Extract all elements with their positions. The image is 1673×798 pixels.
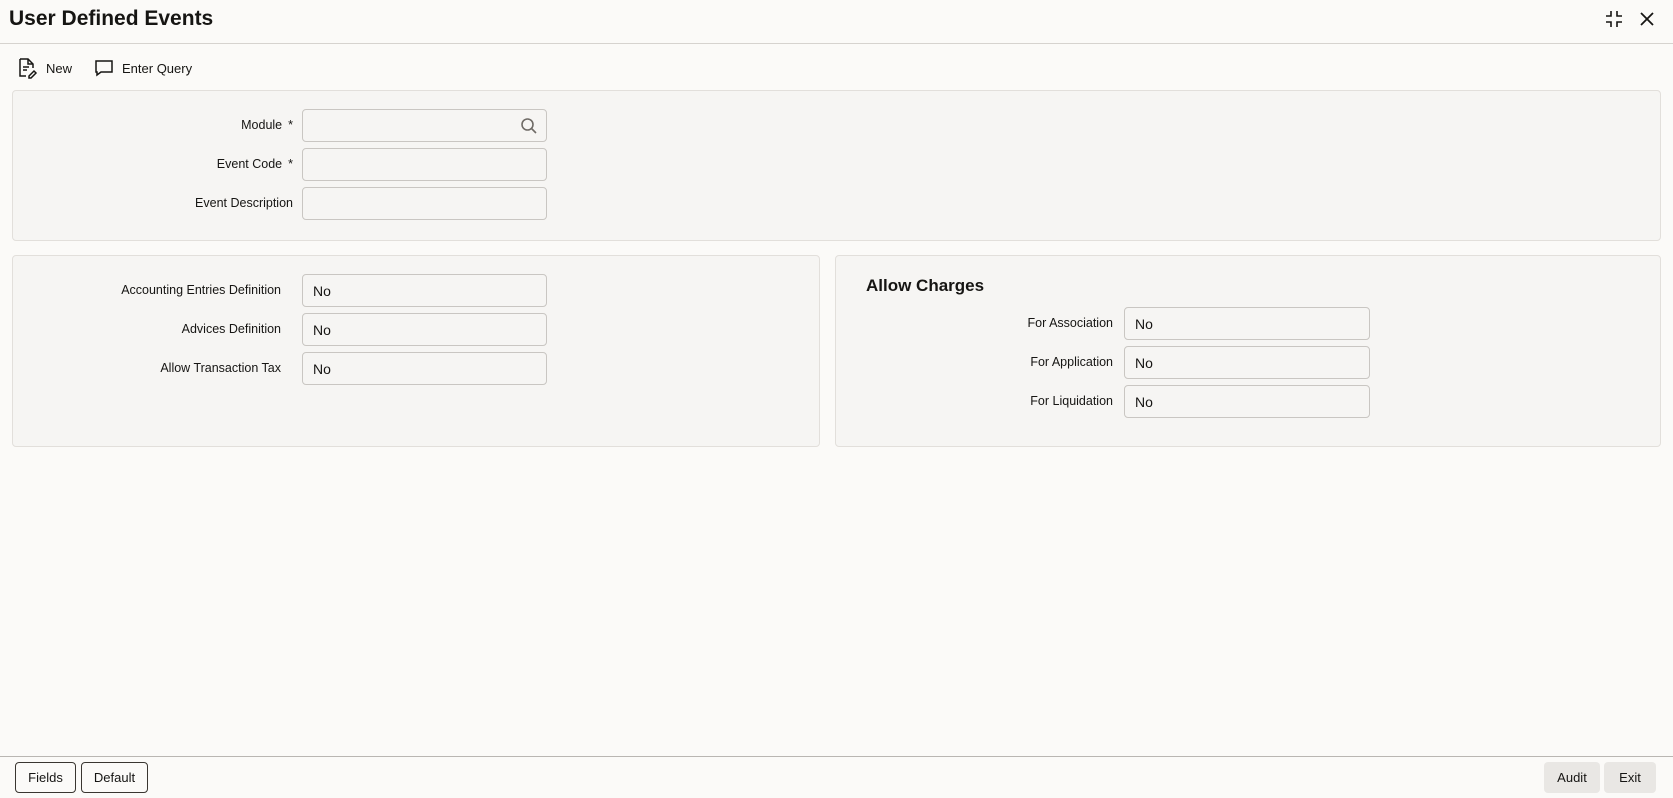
association-label: For Association [1027,316,1113,330]
close-icon[interactable] [1636,8,1658,30]
liquidation-field[interactable]: No [1124,385,1370,418]
new-document-icon [19,58,38,79]
advices-label: Advices Definition [181,322,281,336]
new-button-label: New [46,60,73,76]
module-label: Module * [241,118,293,132]
event-description-label: Event Description [195,196,293,210]
allow-charges-title: Allow Charges [866,276,985,295]
enter-query-label: Enter Query [122,60,193,76]
exit-button[interactable]: Exit [1604,762,1656,793]
module-field[interactable] [313,110,546,141]
header-panel: Module * Event Code * Event Description [12,90,1661,241]
audit-button[interactable]: Audit [1544,762,1600,793]
liquidation-label: For Liquidation [1030,394,1113,408]
default-button[interactable]: Default [81,762,148,793]
event-code-field[interactable] [313,149,546,180]
search-icon[interactable] [520,117,538,135]
module-input[interactable] [302,109,547,142]
event-description-input[interactable] [302,187,547,220]
transaction-tax-field[interactable]: No [302,352,547,385]
new-button[interactable]: New [16,57,72,79]
advices-field[interactable]: No [302,313,547,346]
application-field[interactable]: No [1124,346,1370,379]
definitions-panel: Accounting Entries Definition No Advices… [12,255,820,447]
charges-panel: Allow Charges For Association No For App… [835,255,1661,447]
accounting-entries-label: Accounting Entries Definition [121,283,281,297]
event-description-field[interactable] [313,188,546,219]
enter-query-button[interactable]: Enter Query [94,58,192,78]
toolbar: New Enter Query [0,50,1673,86]
fields-button[interactable]: Fields [15,762,76,793]
transaction-tax-label: Allow Transaction Tax [160,361,281,375]
footer-bar: Fields Default Audit Exit [0,756,1673,798]
minimize-icon[interactable] [1603,8,1625,30]
event-code-input[interactable] [302,148,547,181]
page-title: User Defined Events [9,7,214,30]
title-bar: User Defined Events [0,0,1673,44]
chat-bubble-icon [95,60,113,77]
application-label: For Application [1030,355,1113,369]
event-code-label: Event Code * [216,157,293,171]
accounting-entries-field[interactable]: No [302,274,547,307]
association-field[interactable]: No [1124,307,1370,340]
